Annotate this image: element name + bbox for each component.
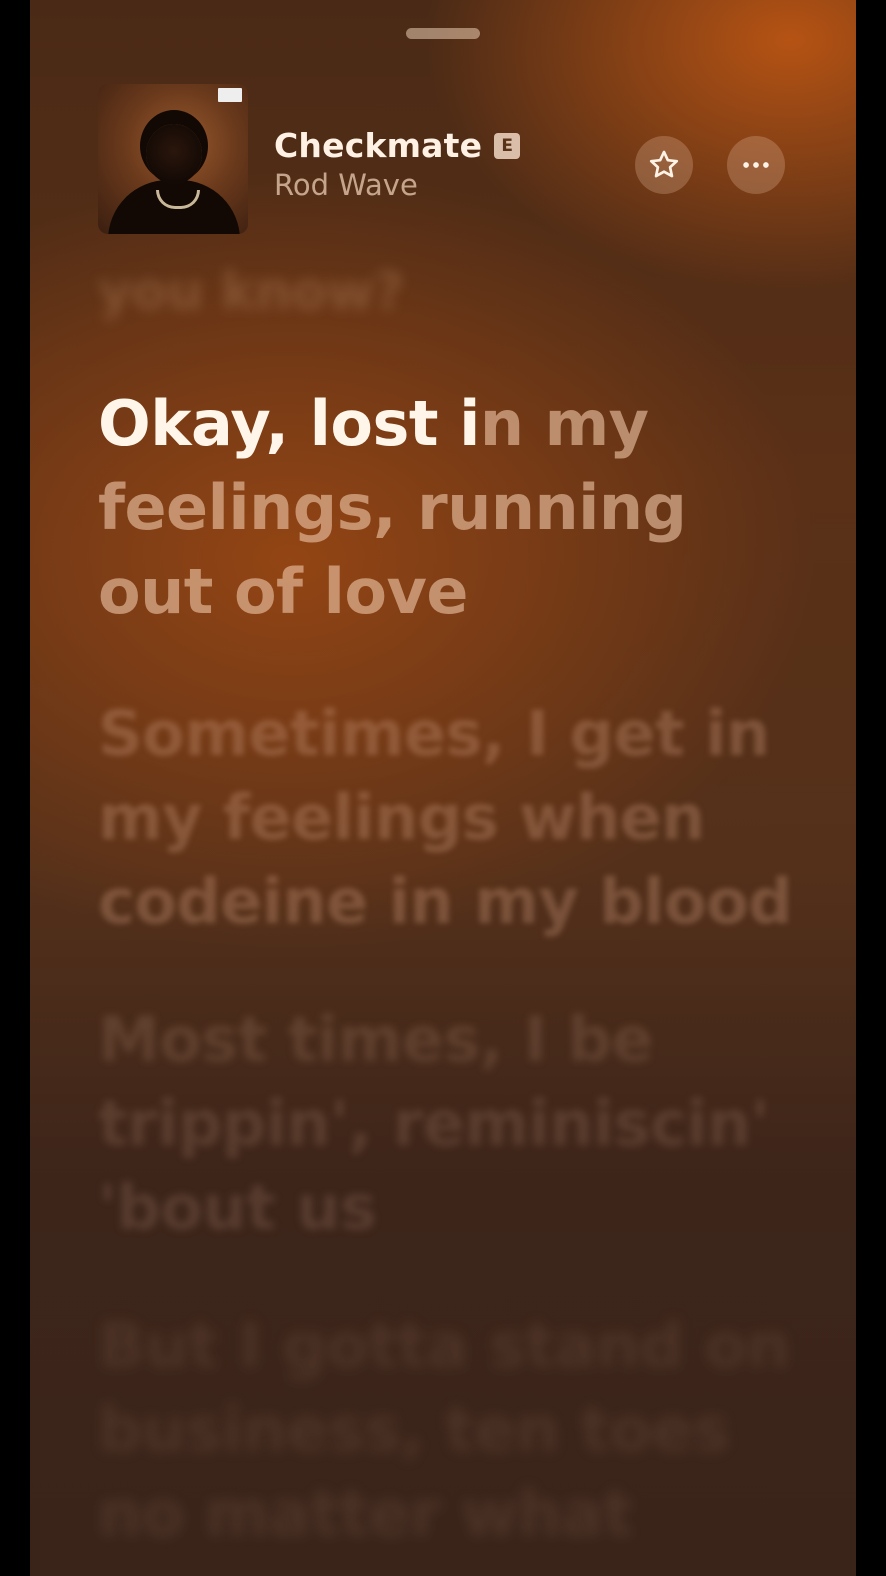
sheet-grabber-handle[interactable] [406,28,480,39]
lyric-line-previous[interactable]: you know? [98,252,798,332]
artist-name[interactable]: Rod Wave [274,168,418,202]
artwork-figure-head [146,124,202,184]
favorite-button[interactable] [635,136,693,194]
song-title: Checkmate [274,126,483,165]
song-title-row: Checkmate E [274,126,521,165]
parental-advisory-label [218,88,242,102]
explicit-badge: E [494,132,521,159]
lyrics-screen: Checkmate E Rod Wave you know? Okay, los… [30,0,856,1576]
lyric-line-next[interactable]: Sometimes, I get in my feelings when cod… [98,692,798,944]
album-artwork[interactable] [98,84,248,234]
lyric-line-next[interactable]: Most times, I be trippin', reminiscin' '… [98,998,798,1250]
more-options-button[interactable] [727,136,785,194]
ellipsis-icon [743,162,769,168]
lyric-line-next[interactable]: But I gotta stand on business, ten toes … [98,1304,798,1556]
lyric-line-active[interactable]: Okay, lost in my feelings, running out o… [98,382,798,634]
lyric-active-sung-portion: Okay, lost i [98,387,480,460]
star-icon [649,150,679,178]
